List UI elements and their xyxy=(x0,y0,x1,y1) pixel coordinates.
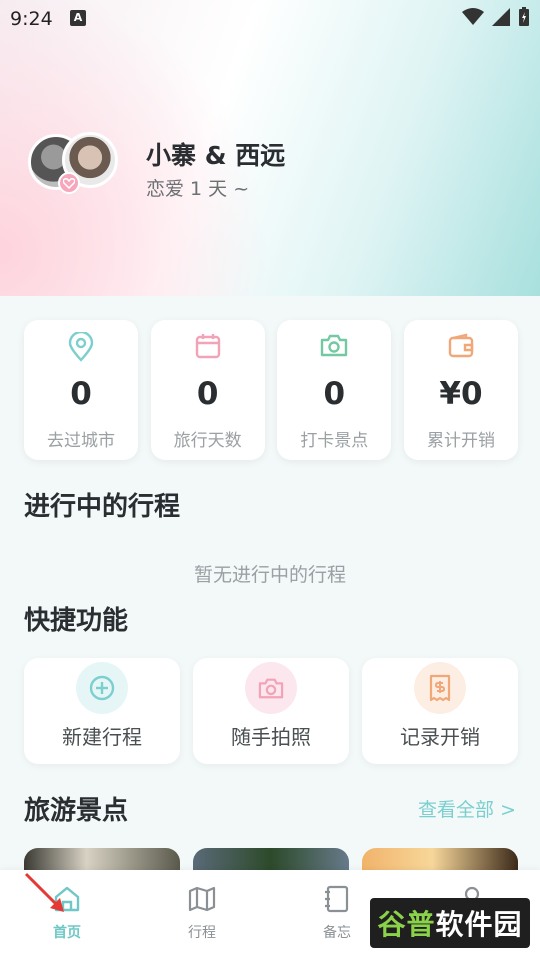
wallet-icon xyxy=(448,333,474,358)
notebook-icon xyxy=(325,885,349,913)
stats-row: 0 去过城市 0 旅行天数 0 打卡景点 ¥0 累计开销 xyxy=(24,320,518,460)
stat-value: 0 xyxy=(196,376,219,412)
tab-label: 行程 xyxy=(188,925,216,941)
stat-value: 0 xyxy=(323,376,346,412)
quick-actions: 新建行程 随手拍照 记录开销 xyxy=(24,658,518,764)
tab-memo[interactable]: 备忘 xyxy=(297,884,377,942)
calendar-icon xyxy=(195,334,220,359)
status-time: 9:24 xyxy=(10,8,53,30)
plus-circle-icon xyxy=(89,675,115,701)
section-title-spots: 旅游景点 xyxy=(24,796,129,826)
location-pin-icon xyxy=(68,332,94,362)
receipt-icon xyxy=(429,674,451,702)
quick-new-trip-button[interactable]: 新建行程 xyxy=(24,658,180,764)
quick-take-photo-button[interactable]: 随手拍照 xyxy=(193,658,349,764)
quick-label: 新建行程 xyxy=(62,725,142,749)
notification-a-icon: A xyxy=(70,10,86,26)
love-days: 恋爱 1 天 ~ xyxy=(146,178,250,200)
camera-icon xyxy=(258,678,284,699)
stat-card-spots[interactable]: 0 打卡景点 xyxy=(277,320,392,460)
couple-profile[interactable]: 小寨 & 西远 恋爱 1 天 ~ xyxy=(28,132,508,202)
watermark-text-2: 软件园 xyxy=(435,908,523,941)
pointer-arrow-icon xyxy=(24,872,64,912)
signal-icon xyxy=(492,8,510,26)
watermark-logo: 谷普 软件园 xyxy=(370,898,530,948)
wifi-icon xyxy=(462,8,484,25)
couple-names: 小寨 & 西远 xyxy=(146,141,286,170)
view-all-spots-link[interactable]: 查看全部 > xyxy=(418,795,516,822)
tab-trips[interactable]: 行程 xyxy=(162,884,242,942)
camera-icon xyxy=(321,334,348,357)
stat-label: 旅行天数 xyxy=(173,431,242,451)
watermark-text-1: 谷普 xyxy=(377,908,436,941)
heart-icon xyxy=(58,172,80,194)
stat-card-days[interactable]: 0 旅行天数 xyxy=(150,320,265,460)
stat-label: 累计开销 xyxy=(426,431,495,451)
stat-label: 去过城市 xyxy=(47,431,115,451)
tab-label: 备忘 xyxy=(323,925,351,941)
status-bar: 9:24 A xyxy=(0,0,540,38)
ongoing-empty-text: 暂无进行中的行程 xyxy=(193,564,346,586)
stat-card-expense[interactable]: ¥0 累计开销 xyxy=(403,320,518,460)
quick-record-expense-button[interactable]: 记录开销 xyxy=(362,658,518,764)
battery-icon xyxy=(519,7,529,26)
stat-label: 打卡景点 xyxy=(300,431,369,451)
stat-value: 0 xyxy=(70,376,92,412)
quick-label: 随手拍照 xyxy=(231,725,311,749)
map-icon xyxy=(188,886,216,912)
tab-label: 首页 xyxy=(53,925,81,941)
section-title-quick: 快捷功能 xyxy=(24,606,129,636)
section-title-ongoing: 进行中的行程 xyxy=(24,492,181,522)
stat-card-cities[interactable]: 0 去过城市 xyxy=(24,320,138,460)
quick-label: 记录开销 xyxy=(400,725,480,749)
stat-value: ¥0 xyxy=(439,376,483,412)
